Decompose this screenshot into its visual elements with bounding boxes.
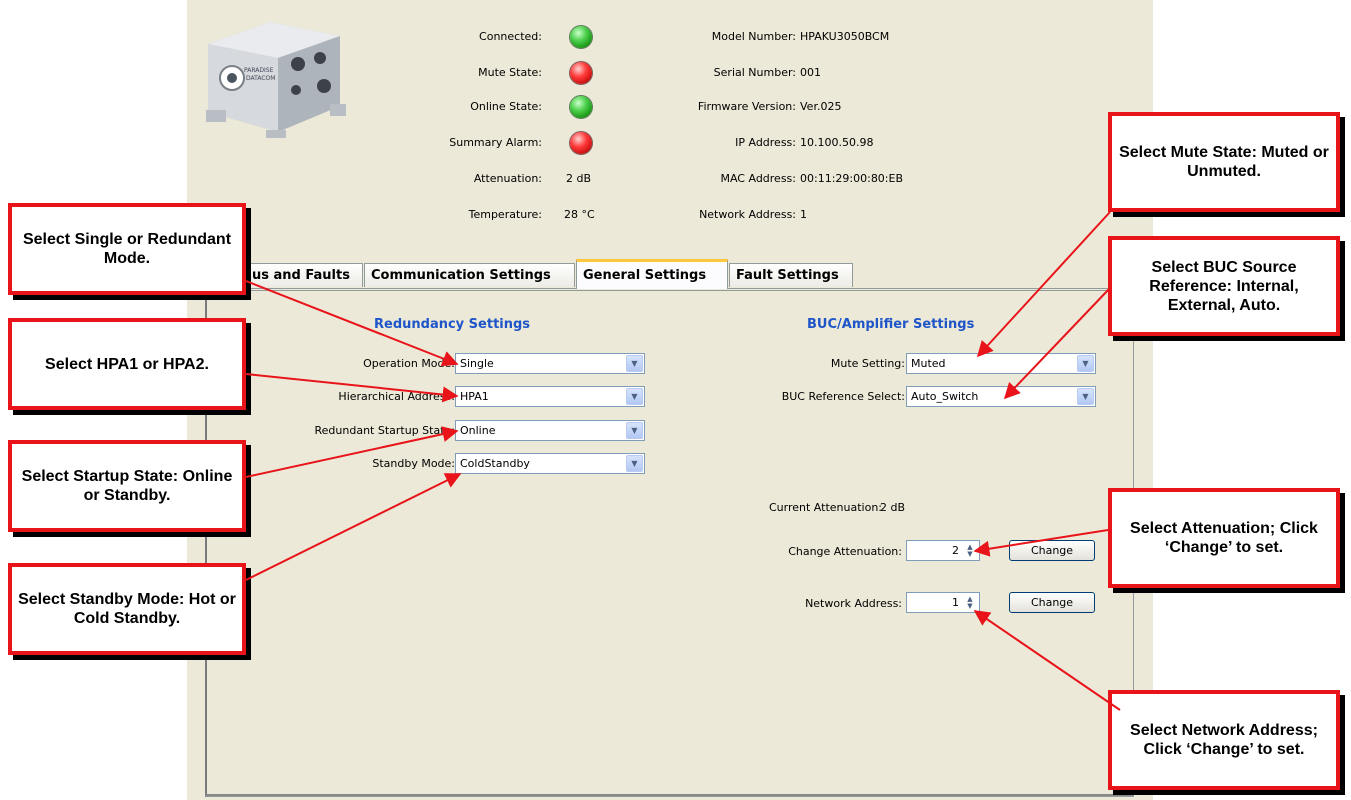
tab-communication-settings[interactable]: Communication Settings (364, 263, 575, 287)
firmware-version-value: Ver.025 (800, 100, 842, 113)
operation-mode-value: Single (460, 357, 494, 370)
hierarchical-address-label: Hierarchical Address: (338, 390, 455, 403)
connected-indicator (570, 26, 592, 48)
callout-standby-mode: Select Standby Mode: Hot or Cold Standby… (8, 563, 246, 655)
attenuation-stepper[interactable]: 2 ▲ ▼ (906, 540, 980, 561)
redundancy-settings-title: Redundancy Settings (374, 317, 531, 332)
tab-fault-settings[interactable]: Fault Settings (729, 263, 853, 287)
callout-hpa: Select HPA1 or HPA2. (8, 318, 246, 410)
current-attenuation-value: 2 dB (880, 501, 906, 514)
mute-state-indicator (570, 62, 592, 84)
ip-address-value: 10.100.50.98 (800, 136, 874, 149)
serial-number-value: 001 (800, 66, 821, 79)
callout-single-redundant: Select Single or Redundant Mode. (8, 203, 246, 295)
callout-startup-state: Select Startup State: Online or Standby. (8, 440, 246, 532)
temperature-value: 28 °C (564, 208, 595, 221)
operation-mode-label: Operation Mode: (363, 357, 455, 370)
mute-setting-select[interactable]: Muted ▼ (906, 353, 1096, 374)
mute-setting-value: Muted (911, 357, 946, 370)
callout-network-address: Select Network Address; Click ‘Change’ t… (1108, 690, 1340, 790)
change-attenuation-button[interactable]: Change (1009, 540, 1095, 561)
summary-alarm-label: Summary Alarm: (449, 136, 542, 149)
hierarchical-address-select[interactable]: HPA1 ▼ (455, 386, 645, 407)
buc-reference-select[interactable]: Auto_Switch ▼ (906, 386, 1096, 407)
attenuation-stepper-value: 2 (952, 544, 959, 557)
chevron-down-icon[interactable]: ▼ (626, 388, 643, 405)
online-state-label: Online State: (470, 100, 542, 113)
mute-setting-label: Mute Setting: (830, 357, 905, 370)
chevron-down-icon[interactable]: ▼ (1077, 388, 1094, 405)
firmware-version-label: Firmware Version: (697, 100, 796, 113)
network-address-setting-label: Network Address: (805, 597, 902, 610)
mac-address-label: MAC Address: (720, 172, 796, 185)
ip-address-label: IP Address: (735, 136, 796, 149)
svg-text:PARADISE: PARADISE (244, 67, 274, 74)
redundant-startup-state-select[interactable]: Online ▼ (455, 420, 645, 441)
change-attenuation-label: Change Attenuation: (788, 545, 902, 558)
connected-label: Connected: (479, 30, 542, 43)
hierarchical-address-value: HPA1 (460, 390, 489, 403)
attenuation-label: Attenuation: (473, 172, 542, 185)
operation-mode-select[interactable]: Single ▼ (455, 353, 645, 374)
network-address-stepper[interactable]: 1 ▲ ▼ (906, 592, 980, 613)
summary-alarm-indicator (570, 132, 592, 154)
online-state-indicator (570, 96, 592, 118)
standby-mode-label: Standby Mode: (372, 457, 455, 470)
network-address-value: 1 (800, 208, 807, 221)
redundant-startup-state-label: Redundant Startup State: (314, 424, 456, 437)
svg-text:DATACOM: DATACOM (246, 75, 275, 82)
buc-amplifier-settings-title: BUC/Amplifier Settings (807, 317, 975, 332)
spinner-arrows-icon[interactable]: ▲ ▼ (963, 543, 977, 558)
spinner-arrows-icon[interactable]: ▲ ▼ (963, 595, 977, 610)
serial-number-label: Serial Number: (713, 66, 796, 79)
buc-reference-value: Auto_Switch (911, 390, 979, 403)
network-address-stepper-value: 1 (952, 596, 959, 609)
chevron-down-icon[interactable]: ▼ (1077, 355, 1094, 372)
callout-attenuation: Select Attenuation; Click ‘Change’ to se… (1108, 488, 1340, 588)
temperature-label: Temperature: (468, 208, 542, 221)
callout-buc-reference: Select BUC Source Reference: Internal, E… (1108, 236, 1340, 336)
chevron-down-icon[interactable]: ▼ (626, 355, 643, 372)
mac-address-value: 00:11:29:00:80:EB (800, 172, 904, 185)
model-number-value: HPAKU3050BCM (800, 30, 890, 43)
mute-state-label: Mute State: (478, 66, 542, 79)
change-network-address-button[interactable]: Change (1009, 592, 1095, 613)
current-attenuation-label: Current Attenuation: (769, 501, 882, 514)
redundant-startup-state-value: Online (460, 424, 496, 437)
attenuation-value: 2 dB (566, 172, 592, 185)
tab-status-and-faults[interactable]: us and Faults (245, 263, 363, 287)
standby-mode-value: ColdStandby (460, 457, 530, 470)
callout-mute-state: Select Mute State: Muted or Unmuted. (1108, 112, 1340, 212)
buc-reference-select-label: BUC Reference Select: (781, 390, 905, 403)
chevron-down-icon[interactable]: ▼ (626, 455, 643, 472)
chevron-down-icon[interactable]: ▼ (626, 422, 643, 439)
tab-general-settings[interactable]: General Settings (576, 259, 728, 289)
model-number-label: Model Number: (711, 30, 796, 43)
standby-mode-select[interactable]: ColdStandby ▼ (455, 453, 645, 474)
device-image: PARADISE DATACOM (206, 22, 346, 138)
panel-shadow (205, 794, 1133, 796)
network-address-label: Network Address: (699, 208, 796, 221)
